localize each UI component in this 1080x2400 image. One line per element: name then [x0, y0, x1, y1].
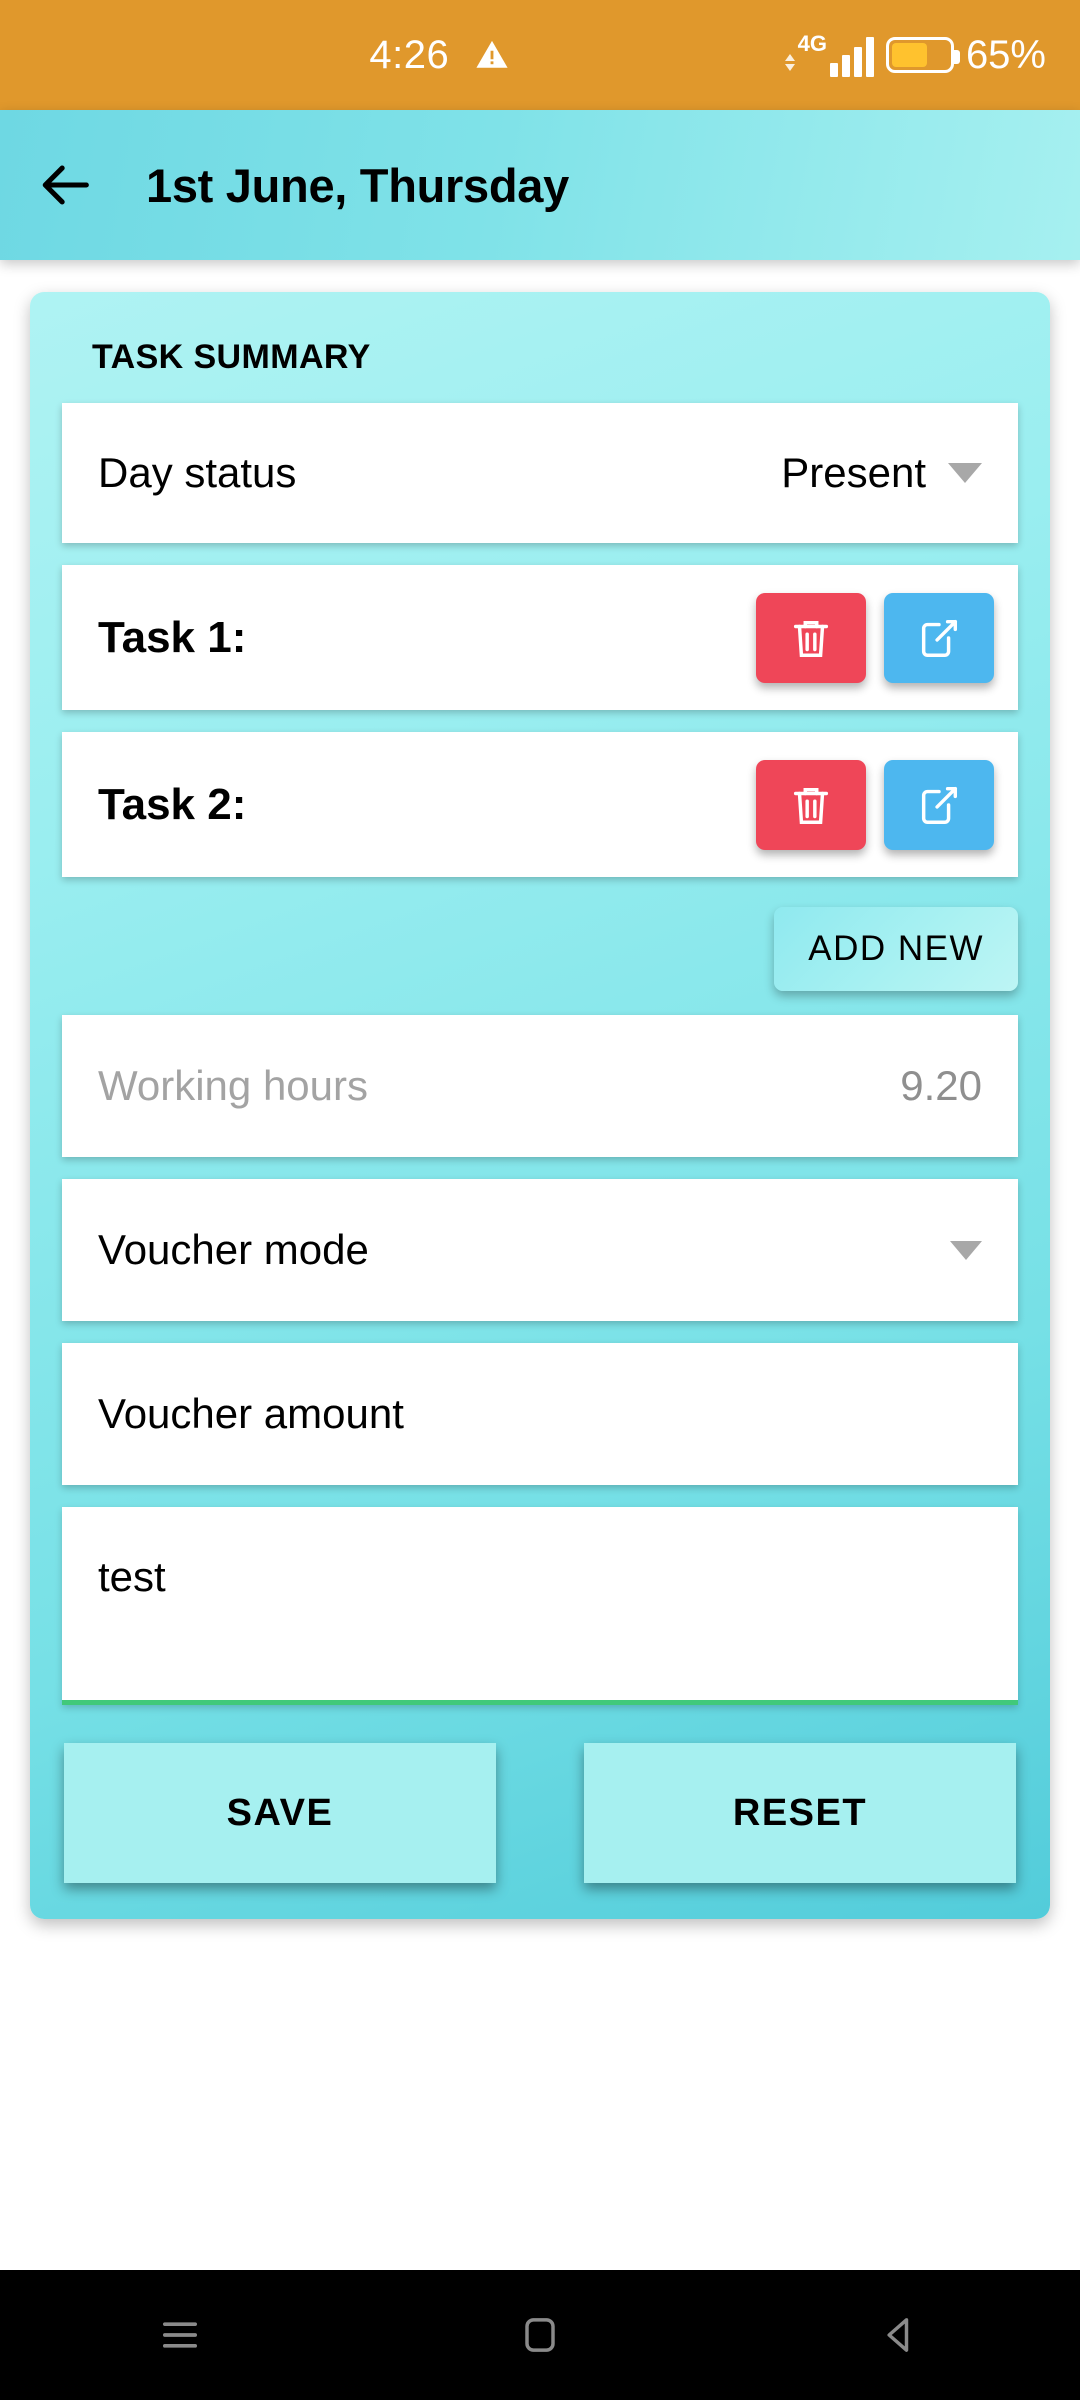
status-bar-left: 4:26 — [94, 33, 785, 78]
voucher-amount-label: Voucher amount — [98, 1390, 404, 1437]
working-hours-value: 9.20 — [900, 1062, 982, 1109]
day-status-value: Present — [781, 449, 926, 496]
chevron-down-icon — [948, 463, 982, 483]
battery-percent-label: 65% — [965, 32, 1046, 77]
status-bar-right: 4G 65% — [784, 31, 1046, 78]
note-field[interactable]: test — [62, 1507, 1018, 1705]
task-label: Task 1: — [98, 612, 247, 662]
day-status-label: Day status — [98, 449, 297, 496]
trash-icon — [788, 615, 834, 661]
battery-icon — [885, 37, 960, 73]
chevron-down-icon — [950, 1240, 982, 1260]
back-arrow-icon[interactable] — [38, 156, 96, 214]
status-bar: 4:26 4G 65% — [0, 0, 1080, 110]
add-new-button[interactable]: ADD NEW — [774, 907, 1018, 991]
save-button[interactable]: SAVE — [64, 1743, 496, 1883]
delete-task-button[interactable] — [756, 759, 866, 850]
warning-triangle-icon — [475, 38, 509, 72]
page-title: 1st June, Thursday — [146, 158, 569, 212]
home-square-icon[interactable] — [514, 2309, 566, 2361]
task-row: Task 1: — [62, 565, 1018, 710]
signal-bars-icon: 4G — [784, 31, 874, 77]
android-nav-bar — [0, 2270, 1080, 2400]
task-actions — [756, 592, 994, 683]
edit-icon — [916, 615, 962, 661]
edit-task-button[interactable] — [884, 592, 994, 683]
voucher-amount-field[interactable]: Voucher amount — [62, 1343, 1018, 1485]
network-type-label: 4G — [797, 31, 827, 56]
task-label: Task 2: — [98, 779, 247, 829]
phone-screen: 4:26 4G 65% 1st June, Thursday TASK SUMM… — [0, 0, 1080, 2400]
voucher-mode-field[interactable]: Voucher mode — [62, 1179, 1018, 1321]
card-heading: TASK SUMMARY — [92, 338, 371, 376]
voucher-mode-label: Voucher mode — [98, 1226, 369, 1273]
signal-strength-bars — [829, 37, 874, 77]
day-status-row[interactable]: Day status Present — [62, 403, 1018, 543]
working-hours-placeholder: Working hours — [98, 1062, 369, 1109]
note-value: test — [98, 1553, 166, 1600]
working-hours-field[interactable]: Working hours 9.20 — [62, 1015, 1018, 1157]
trash-icon — [788, 782, 834, 828]
day-status-select[interactable]: Present — [781, 449, 982, 497]
menu-icon[interactable] — [154, 2309, 206, 2361]
card-actions: SAVE RESET — [62, 1743, 1018, 1883]
add-new-row: ADD NEW — [62, 907, 1018, 991]
clock-label: 4:26 — [369, 32, 450, 77]
edit-icon — [916, 782, 962, 828]
task-actions — [756, 759, 994, 850]
task-summary-card: TASK SUMMARY Day status Present Task 1: — [30, 292, 1050, 1919]
app-bar: 1st June, Thursday — [0, 110, 1080, 260]
edit-task-button[interactable] — [884, 759, 994, 850]
delete-task-button[interactable] — [756, 592, 866, 683]
reset-button[interactable]: RESET — [584, 1743, 1016, 1883]
data-arrows-icon — [784, 54, 795, 77]
back-triangle-icon[interactable] — [874, 2309, 926, 2361]
task-row: Task 2: — [62, 732, 1018, 877]
